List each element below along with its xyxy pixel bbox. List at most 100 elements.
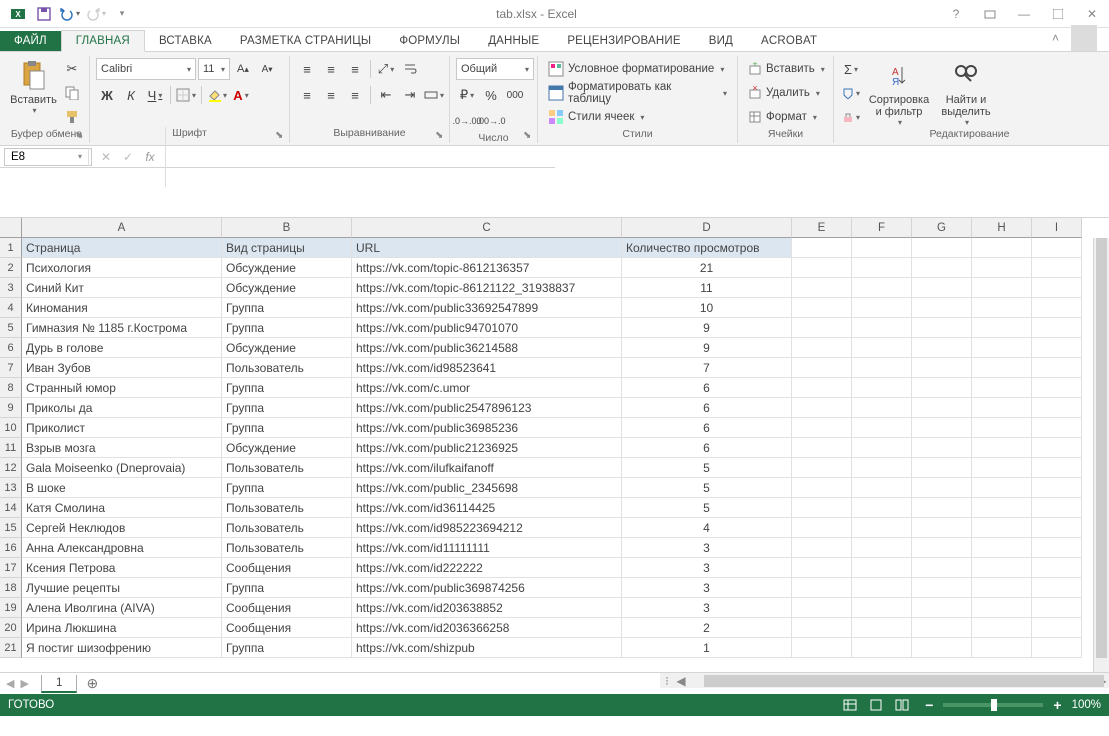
format-painter-icon[interactable] — [61, 106, 83, 128]
cancel-formula-icon[interactable]: ✕ — [95, 146, 117, 168]
cell[interactable] — [792, 458, 852, 478]
enter-formula-icon[interactable]: ✓ — [117, 146, 139, 168]
formula-input[interactable] — [555, 146, 1109, 217]
cell[interactable] — [972, 558, 1032, 578]
wrap-text-icon[interactable] — [399, 58, 421, 80]
align-center-icon[interactable]: ≡ — [320, 84, 342, 106]
cell[interactable]: https://vk.com/public36985236 — [352, 418, 622, 438]
font-name-select[interactable]: Calibri▾ — [96, 58, 196, 80]
close-icon[interactable]: ✕ — [1075, 3, 1109, 25]
cell[interactable] — [912, 398, 972, 418]
cell[interactable]: 5 — [622, 498, 792, 518]
cell[interactable]: https://vk.com/id222222 — [352, 558, 622, 578]
delete-cells-button[interactable]: ×Удалить▾ — [744, 82, 829, 104]
cell[interactable]: Страница — [22, 238, 222, 258]
align-left-icon[interactable]: ≡ — [296, 84, 318, 106]
cell[interactable]: Взрыв мозга — [22, 438, 222, 458]
cell[interactable]: Синий Кит — [22, 278, 222, 298]
cell[interactable]: https://vk.com/id36114425 — [352, 498, 622, 518]
cell[interactable] — [972, 438, 1032, 458]
row-header[interactable]: 20 — [0, 618, 22, 638]
cell[interactable] — [972, 478, 1032, 498]
page-break-view-icon[interactable] — [889, 696, 915, 714]
cell[interactable]: Пользователь — [222, 458, 352, 478]
clear-icon[interactable]: ▾ — [840, 106, 862, 128]
cell[interactable]: Обсуждение — [222, 438, 352, 458]
sheet-nav-next-icon[interactable]: ▶ — [18, 677, 30, 690]
tab-formulas[interactable]: ФОРМУЛЫ — [385, 31, 474, 51]
cell[interactable]: Группа — [222, 478, 352, 498]
cell[interactable]: https://vk.com/c.umor — [352, 378, 622, 398]
cell[interactable]: https://vk.com/topic-86121122_31938837 — [352, 278, 622, 298]
align-top-icon[interactable]: ≡ — [296, 58, 318, 80]
increase-font-icon[interactable]: A▴ — [232, 58, 254, 80]
cell[interactable] — [852, 398, 912, 418]
excel-icon[interactable]: X — [6, 3, 30, 25]
column-header[interactable]: C — [352, 218, 622, 238]
cell[interactable] — [912, 358, 972, 378]
cell[interactable]: 5 — [622, 458, 792, 478]
row-header[interactable]: 9 — [0, 398, 22, 418]
cell[interactable]: Сообщения — [222, 558, 352, 578]
tab-home[interactable]: ГЛАВНАЯ — [61, 30, 145, 52]
row-header[interactable]: 4 — [0, 298, 22, 318]
number-format-select[interactable]: Общий▾ — [456, 58, 534, 80]
cell[interactable]: https://vk.com/id2036366258 — [352, 618, 622, 638]
column-header[interactable]: H — [972, 218, 1032, 238]
cell[interactable] — [972, 578, 1032, 598]
cell[interactable] — [1032, 538, 1082, 558]
comma-icon[interactable]: 000 — [504, 84, 526, 106]
cell[interactable] — [1032, 238, 1082, 258]
cell[interactable] — [792, 578, 852, 598]
align-launcher-icon[interactable]: ⬊ — [435, 130, 447, 142]
cell[interactable] — [852, 458, 912, 478]
increase-decimal-icon[interactable]: .0→.00 — [456, 110, 478, 132]
cell[interactable]: https://vk.com/ilufkaifanoff — [352, 458, 622, 478]
row-header[interactable]: 19 — [0, 598, 22, 618]
cell[interactable]: https://vk.com/public36214588 — [352, 338, 622, 358]
cell[interactable] — [912, 438, 972, 458]
cell[interactable] — [852, 418, 912, 438]
cell[interactable] — [852, 618, 912, 638]
cell[interactable]: 2 — [622, 618, 792, 638]
cell[interactable]: 3 — [622, 538, 792, 558]
ribbon-display-icon[interactable] — [973, 3, 1007, 25]
cell[interactable] — [972, 538, 1032, 558]
cell[interactable]: Приколы да — [22, 398, 222, 418]
cell[interactable]: Ксения Петрова — [22, 558, 222, 578]
row-header[interactable]: 7 — [0, 358, 22, 378]
cell[interactable] — [1032, 638, 1082, 658]
cell[interactable]: 3 — [622, 578, 792, 598]
cell[interactable]: Группа — [222, 638, 352, 658]
cell[interactable]: Ирина Люкшина — [22, 618, 222, 638]
cell[interactable] — [912, 538, 972, 558]
cell[interactable] — [972, 458, 1032, 478]
find-select-button[interactable]: Найти и выделить▾ — [936, 58, 996, 128]
cell[interactable]: Сообщения — [222, 618, 352, 638]
cell[interactable]: https://vk.com/id98523641 — [352, 358, 622, 378]
column-header[interactable]: G — [912, 218, 972, 238]
cell[interactable] — [1032, 518, 1082, 538]
decrease-decimal-icon[interactable]: .00→.0 — [480, 110, 502, 132]
autosum-icon[interactable]: Σ▾ — [840, 58, 862, 80]
cell[interactable]: Алена Иволгина (AIVA) — [22, 598, 222, 618]
increase-indent-icon[interactable]: ⇥ — [399, 84, 421, 106]
cell[interactable] — [1032, 398, 1082, 418]
cell[interactable] — [912, 458, 972, 478]
cell[interactable]: Дурь в голове — [22, 338, 222, 358]
cell[interactable]: Gala Moiseenko (Dneprovaia) — [22, 458, 222, 478]
cell[interactable]: 9 — [622, 318, 792, 338]
format-cells-button[interactable]: Формат▾ — [744, 106, 829, 128]
cell[interactable]: Странный юмор — [22, 378, 222, 398]
cell[interactable] — [792, 298, 852, 318]
cell[interactable] — [852, 558, 912, 578]
row-header[interactable]: 10 — [0, 418, 22, 438]
cell[interactable]: 9 — [622, 338, 792, 358]
cell[interactable] — [852, 258, 912, 278]
cell[interactable] — [852, 338, 912, 358]
copy-icon[interactable] — [61, 82, 83, 104]
cell[interactable] — [912, 578, 972, 598]
cell[interactable]: В шоке — [22, 478, 222, 498]
cell[interactable] — [852, 578, 912, 598]
cell[interactable] — [852, 638, 912, 658]
